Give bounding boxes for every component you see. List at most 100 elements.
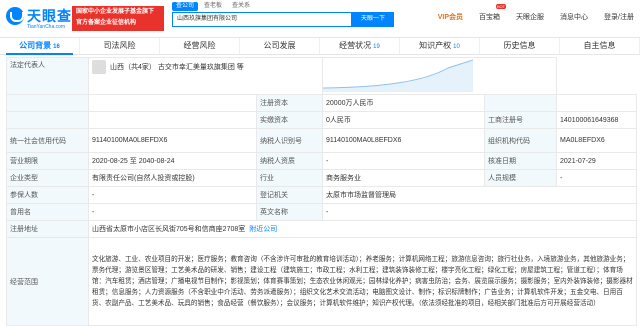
tab-count: 19 <box>373 44 380 50</box>
staff-label: 人员规模 <box>484 169 558 187</box>
tab-operation-status[interactable]: 经营状况 19 <box>320 38 400 54</box>
org-code-label: 组织机构代码 <box>484 128 558 153</box>
staff-value: - <box>556 169 638 187</box>
reg-capital-value: 20000万人民币 <box>322 94 486 112</box>
table-row: 营业期限 2020-08-25 至 2040-08-24 纳税人资质 - 核准日… <box>6 152 638 170</box>
table-row: 经营范围 文化旅游、工业、农业项目的开发；医疗服务；教育咨询（不含涉许可审批的教… <box>6 237 638 326</box>
empty-cell <box>556 94 638 112</box>
tab-count: 16 <box>53 44 60 50</box>
query-tab-boss[interactable]: 查老板 <box>200 2 226 11</box>
empty-cell <box>88 94 257 112</box>
tab-label: 自主信息 <box>583 41 616 50</box>
industry-value: 商务服务业 <box>322 169 486 187</box>
approve-date-value: 2021-07-29 <box>556 152 638 170</box>
nav-login-register[interactable]: 登录/注册 <box>604 12 634 22</box>
trend-chart-svg <box>323 59 474 92</box>
paid-capital-value: 0人民币 <box>322 111 486 129</box>
query-tab-relation[interactable]: 查关系 <box>228 2 254 11</box>
query-tabs: 查公司 查老板 查关系 <box>172 2 254 12</box>
insured-value: - <box>88 186 257 204</box>
nav-message-center[interactable]: 消息中心 <box>560 12 588 22</box>
empty-cell <box>88 111 257 129</box>
scope-label: 经营范围 <box>6 237 89 326</box>
top-bar: 天眼查 TianYanCha.com 国家中小企业发展子基金旗下 官方备案企业征… <box>0 0 640 38</box>
taxpayer-id-value: 91140100MA0L8EFDX6 <box>322 128 486 153</box>
table-row: 企业类型 有限责任公司(自然人投资或控股) 行业 商务服务业 人员规模 - <box>6 169 638 187</box>
biz-reg-no-value: 140100061649368 <box>556 111 638 129</box>
taxpayer-id-label: 纳税人识别号 <box>255 128 324 153</box>
credit-code-value: 91140100MA0L8EFDX6 <box>88 128 257 153</box>
taxpayer-qual-label: 纳税人资质 <box>255 152 324 170</box>
english-name-label: 英文名称 <box>255 203 324 221</box>
english-name-value: - <box>322 203 638 221</box>
avatar <box>92 60 106 74</box>
tab-judicial-risk[interactable]: 司法风险 <box>80 38 160 54</box>
tab-company-development[interactable]: 公司发展 <box>240 38 320 54</box>
former-name-value: - <box>88 203 257 221</box>
biz-reg-no-label: 工商注册号 <box>484 111 558 129</box>
empty-cell <box>484 94 558 112</box>
address-label: 注册地址 <box>6 220 89 238</box>
tab-company-background[interactable]: 公司背景 16 <box>0 38 80 55</box>
tab-operation-risk[interactable]: 经营风险 <box>160 38 240 54</box>
promo-line-1: 国家中小企业发展子基金旗下 <box>76 9 155 15</box>
search-input[interactable]: 山西玖旗集团有限公司 <box>172 12 352 27</box>
address-value: 山西省太原市小店区长风街705号和信商座2708室 附近公司 <box>87 220 638 238</box>
company-info-table: 法定代表人 山西（共4家） 古交市幸汇美量玖旗集团 等 注册资本 20000万人… <box>6 57 638 326</box>
authority-label: 登记机关 <box>255 186 324 204</box>
tab-count: 10 <box>453 44 460 50</box>
reg-capital-label: 注册资本 <box>255 94 324 112</box>
legal-rep-value[interactable]: 山西（共4家） 古交市幸汇美量玖旗集团 等 <box>87 57 324 95</box>
nav-enterprise-service[interactable]: 天眼企服 <box>516 12 544 22</box>
empty-cell <box>6 94 89 112</box>
tab-label: 公司发展 <box>263 41 296 50</box>
table-row: 曾用名 - 英文名称 - <box>6 203 638 221</box>
nearby-companies-link[interactable]: 附近公司 <box>249 226 277 233</box>
legal-rep-box: 山西（共4家） 古交市幸汇美量玖旗集团 等 <box>92 60 319 74</box>
logo-text: 天眼查 <box>27 8 72 24</box>
table-row: 参保人数 - 登记机关 太原市市场监督管理局 <box>6 186 638 204</box>
nav-toolbox-label: 百宝箱 <box>479 14 501 21</box>
table-row: 注册资本 20000万人民币 <box>6 94 638 112</box>
tab-self-info[interactable]: 自主信息 <box>560 38 640 54</box>
address-text: 山西省太原市小店区长风街705号和信商座2708室 <box>92 226 246 233</box>
type-value: 有限责任公司(自然人投资或控股) <box>88 169 257 187</box>
section-tabs: 公司背景 16 司法风险 经营风险 公司发展 经营状况 19 知识产权 10 历史信息… <box>0 38 640 55</box>
table-row: 实缴资本 0人民币 工商注册号 140100061649368 <box>6 111 638 129</box>
logo[interactable]: 天眼查 TianYanCha.com <box>6 5 71 33</box>
tab-label: 历史信息 <box>503 41 536 50</box>
former-name-label: 曾用名 <box>6 203 89 221</box>
type-label: 企业类型 <box>6 169 89 187</box>
term-label: 营业期限 <box>6 152 89 170</box>
hot-badge: HOT <box>495 4 507 9</box>
promo-line-2: 官方备案企业征信机构 <box>76 20 137 26</box>
promo-banner[interactable]: 国家中小企业发展子基金旗下 官方备案企业征信机构 <box>72 6 164 31</box>
table-row: 注册地址 山西省太原市小店区长风街705号和信商座2708室 附近公司 <box>6 220 638 238</box>
tab-label: 知识产权 <box>419 41 452 50</box>
tab-intellectual-property[interactable]: 知识产权 10 <box>400 38 480 54</box>
nav-toolbox[interactable]: 百宝箱 HOT <box>479 4 507 22</box>
top-nav: VIP会员 百宝箱 HOT 天眼企服 消息中心 登录/注册 <box>438 4 634 22</box>
tab-label: 经营风险 <box>183 41 216 50</box>
tab-label: 司法风险 <box>103 41 136 50</box>
legal-rep-label: 法定代表人 <box>6 57 89 95</box>
capital-trend-chart <box>322 57 558 95</box>
legal-rep-text: 山西（共4家） 古交市幸汇美量玖旗集团 等 <box>110 64 244 71</box>
tab-history-info[interactable]: 历史信息 <box>480 38 560 54</box>
scope-value: 文化旅游、工业、农业项目的开发；医疗服务；教育咨询（不含涉许可审批的教育培训活动… <box>87 237 638 326</box>
industry-label: 行业 <box>255 169 324 187</box>
approve-date-label: 核准日期 <box>484 152 558 170</box>
query-tab-company[interactable]: 查公司 <box>172 2 199 11</box>
tab-label: 公司背景 <box>19 41 52 50</box>
table-row: 统一社会信用代码 91140100MA0L8EFDX6 纳税人识别号 91140… <box>6 128 638 153</box>
search-button[interactable]: 天眼一下 <box>352 12 394 27</box>
tab-label: 经营状况 <box>339 41 372 50</box>
empty-cell <box>6 111 89 129</box>
taxpayer-qual-value: - <box>322 152 486 170</box>
authority-value: 太原市市场监督管理局 <box>322 186 638 204</box>
nav-vip[interactable]: VIP会员 <box>438 12 463 22</box>
table-row: 法定代表人 山西（共4家） 古交市幸汇美量玖旗集团 等 <box>6 57 637 95</box>
logo-subtext: TianYanCha.com <box>27 24 66 30</box>
org-code-value: MA0L8EFDX6 <box>556 128 638 153</box>
term-value: 2020-08-25 至 2040-08-24 <box>88 152 257 170</box>
